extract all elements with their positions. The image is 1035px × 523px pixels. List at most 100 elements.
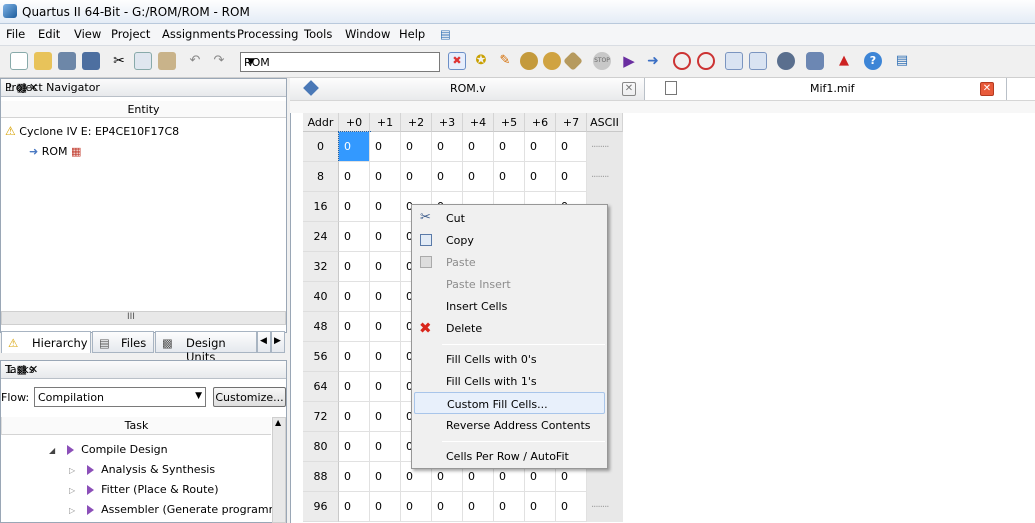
menu-item-fill-ones[interactable]: Fill Cells with 1's <box>412 370 607 392</box>
customize-button[interactable]: Customize... <box>213 387 286 407</box>
compilation-report-icon[interactable]: ✖ <box>448 52 466 70</box>
top-entity-row[interactable]: ➜ ROM ▦ <box>29 145 81 158</box>
menu-item-cut[interactable]: ✂ Cut <box>412 207 607 229</box>
memory-cell[interactable]: 0 <box>370 342 401 372</box>
horizontal-scrollbar[interactable]: III <box>1 311 286 325</box>
open-folder-icon[interactable] <box>34 52 52 70</box>
tab-scroll-right[interactable]: ▶ <box>271 331 285 353</box>
panel-pin-close-icons[interactable]: ⊥▩✕ <box>5 363 282 376</box>
tab-design-units[interactable]: ▩ Design Units <box>155 331 257 364</box>
memory-cell[interactable]: 0 <box>370 252 401 282</box>
undo-icon[interactable]: ↶ <box>186 52 204 70</box>
memory-cell[interactable]: 0 <box>339 222 370 252</box>
memory-cell[interactable]: 0 <box>525 132 556 162</box>
netlist-viewer-icon[interactable] <box>749 52 767 70</box>
memory-cell[interactable]: 0 <box>339 282 370 312</box>
chevron-down-icon[interactable]: ▼ <box>244 55 258 69</box>
flow-select[interactable]: Compilation ▼ <box>34 387 206 407</box>
task-analysis-synthesis[interactable]: ▷ Analysis & Synthesis <box>69 463 215 476</box>
memory-cell[interactable]: 0 <box>525 492 556 522</box>
memory-cell[interactable]: 0 <box>338 131 371 163</box>
run-task-icon[interactable] <box>86 505 94 515</box>
memory-cell[interactable]: 0 <box>463 492 494 522</box>
signaltap-icon[interactable] <box>806 52 824 70</box>
memory-cell[interactable]: 0 <box>370 162 401 192</box>
menu-item-paste[interactable]: Paste <box>412 251 607 273</box>
memory-cell[interactable]: 0 <box>401 132 432 162</box>
memory-cell[interactable]: 0 <box>370 222 401 252</box>
memory-cell[interactable]: 0 <box>432 492 463 522</box>
close-icon[interactable]: ✕ <box>980 82 994 96</box>
expand-arrow-icon[interactable]: ▷ <box>69 486 75 495</box>
memory-cell[interactable]: 0 <box>370 492 401 522</box>
tab-scroll-left[interactable]: ◀ <box>257 331 271 353</box>
memory-cell[interactable]: 0 <box>370 402 401 432</box>
memory-cell[interactable]: 0 <box>401 492 432 522</box>
memory-cell[interactable]: 0 <box>370 192 401 222</box>
expand-arrow-icon[interactable]: ▷ <box>69 466 75 475</box>
task-compile-design[interactable]: ◢ Compile Design <box>49 443 168 456</box>
analysis-synthesis-icon[interactable]: ➜ <box>644 52 662 70</box>
chevron-down-icon[interactable]: ▼ <box>195 391 202 401</box>
tab-hierarchy[interactable]: ⚠ Hierarchy <box>1 331 91 353</box>
scroll-thumb-grip[interactable]: III <box>127 312 135 322</box>
memory-cell[interactable]: 0 <box>494 492 525 522</box>
menu-window[interactable]: Window <box>345 27 390 41</box>
menu-view[interactable]: View <box>74 27 101 41</box>
copy-icon[interactable] <box>134 52 152 70</box>
memory-cell[interactable]: 0 <box>494 132 525 162</box>
tab-rom-v[interactable]: ROM.v ✕ <box>290 78 645 100</box>
assignment-editor-icon[interactable]: ✎ <box>496 52 514 70</box>
programmer-icon[interactable] <box>777 52 795 70</box>
memory-cell[interactable]: 0 <box>556 162 587 192</box>
new-file-icon[interactable] <box>10 52 28 70</box>
design-partition-icon[interactable] <box>543 52 561 70</box>
ip-catalog-icon[interactable]: ▲ <box>835 52 853 70</box>
memory-cell[interactable]: 0 <box>339 252 370 282</box>
menu-item-fill-zeros[interactable]: Fill Cells with 0's <box>412 348 607 370</box>
memory-cell[interactable]: 0 <box>339 342 370 372</box>
run-task-icon[interactable] <box>66 445 74 455</box>
menu-item-copy[interactable]: Copy <box>412 229 607 251</box>
menu-edit[interactable]: Edit <box>38 27 60 41</box>
memory-cell[interactable]: 0 <box>370 282 401 312</box>
menu-item-custom-fill[interactable]: Custom Fill Cells... <box>414 392 605 414</box>
memory-cell[interactable]: 0 <box>556 132 587 162</box>
menu-item-reverse[interactable]: Reverse Address Contents <box>412 414 607 436</box>
panel-pin-close-icons[interactable]: ⊥▩✕ <box>5 81 282 94</box>
tab-mif[interactable]: Mif1.mif ✕ <box>645 78 1007 100</box>
scroll-up-icon[interactable]: ▲ <box>275 418 281 427</box>
memory-cell[interactable]: 0 <box>339 402 370 432</box>
task-column-header[interactable]: Task <box>1 417 271 435</box>
menu-assignments[interactable]: Assignments <box>162 27 236 41</box>
memory-cell[interactable]: 0 <box>339 372 370 402</box>
help-icon[interactable]: ? <box>864 52 882 70</box>
tab-files[interactable]: ▤ Files <box>92 331 154 353</box>
paste-icon[interactable] <box>158 52 176 70</box>
save-icon[interactable] <box>58 52 76 70</box>
save-all-icon[interactable] <box>82 52 100 70</box>
settings-gear-icon[interactable] <box>520 52 538 70</box>
menu-project[interactable]: Project <box>111 27 150 41</box>
task-assembler[interactable]: ▷ Assembler (Generate programming <box>69 503 273 516</box>
run-task-icon[interactable] <box>86 465 94 475</box>
memory-cell[interactable]: 0 <box>463 132 494 162</box>
timing-analyzer-icon[interactable] <box>673 52 691 70</box>
menu-item-cells-per-row[interactable]: Cells Per Row / AutoFit <box>412 445 607 467</box>
memory-cell[interactable]: 0 <box>339 192 370 222</box>
memory-cell[interactable]: 0 <box>370 312 401 342</box>
entity-combo[interactable]: ROM ▼ <box>240 52 440 72</box>
memory-cell[interactable]: 0 <box>339 462 370 492</box>
memory-cell[interactable]: 0 <box>401 162 432 192</box>
memory-cell[interactable]: 0 <box>556 492 587 522</box>
timequest-icon[interactable] <box>697 52 715 70</box>
rtl-viewer-icon[interactable] <box>725 52 743 70</box>
close-icon[interactable]: ✕ <box>622 82 636 96</box>
redo-icon[interactable]: ↷ <box>210 52 228 70</box>
device-row[interactable]: ⚠ Cyclone IV E: EP4CE10F17C8 <box>5 124 179 138</box>
menu-item-insert-cells[interactable]: Insert Cells <box>412 295 607 317</box>
memory-cell[interactable]: 0 <box>432 132 463 162</box>
run-task-icon[interactable] <box>86 485 94 495</box>
start-compilation-icon[interactable]: ▶ <box>620 52 638 70</box>
vertical-scrollbar[interactable]: ▲ <box>272 417 286 523</box>
